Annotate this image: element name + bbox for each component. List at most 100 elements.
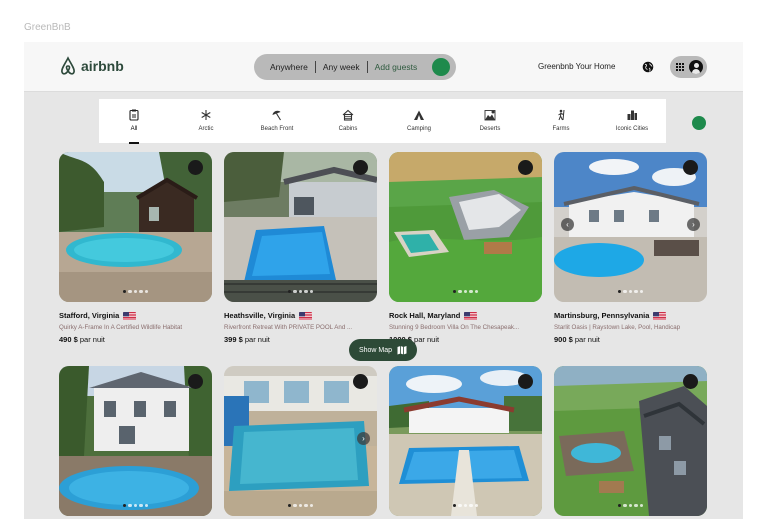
category-camping[interactable]: Camping xyxy=(384,109,454,132)
category-farms[interactable]: Farms xyxy=(526,109,596,132)
prev-photo-button[interactable]: ‹ xyxy=(561,218,574,231)
listing-image xyxy=(389,152,542,302)
tent-icon xyxy=(414,110,424,120)
app-frame: airbnb Anywhere Any week Add guests Gree… xyxy=(24,42,743,519)
listing-image xyxy=(59,152,212,302)
globe-icon[interactable] xyxy=(642,61,654,73)
favorite-button[interactable] xyxy=(518,160,533,175)
category-arctic[interactable]: Arctic xyxy=(171,109,241,132)
price-unit: par nuit xyxy=(79,335,105,344)
search-any-week[interactable]: Any week xyxy=(316,62,367,72)
listing-location: Stafford, Virginia xyxy=(59,311,212,320)
listing-card[interactable]: Heathsville, Virginia Riverfront Retreat… xyxy=(224,152,377,344)
category-deserts[interactable]: Deserts xyxy=(455,109,525,132)
cabin-icon xyxy=(342,109,354,121)
host-link[interactable]: Greenbnb Your Home xyxy=(538,62,615,71)
listing-photo[interactable] xyxy=(59,366,212,516)
us-flag-icon xyxy=(464,311,478,320)
category-label: Arctic xyxy=(198,126,214,132)
favorite-button[interactable] xyxy=(353,374,368,389)
us-flag-icon xyxy=(123,311,137,320)
category-label: Camping xyxy=(406,126,431,132)
category-beach-front[interactable]: Beach Front xyxy=(242,109,312,132)
category-label: Iconic Cities xyxy=(615,126,649,132)
listing-photo[interactable] xyxy=(224,152,377,302)
next-photo-button[interactable]: › xyxy=(357,432,370,445)
listing-photo[interactable] xyxy=(389,152,542,302)
category-cabins[interactable]: Cabins xyxy=(313,109,383,132)
category-label: Deserts xyxy=(479,126,501,132)
listing-image xyxy=(554,366,707,516)
listing-photo[interactable] xyxy=(554,366,707,516)
listing-card[interactable]: › xyxy=(224,366,377,516)
favorite-button[interactable] xyxy=(683,374,698,389)
category-label: Farms xyxy=(552,126,570,132)
photo-dots xyxy=(59,289,212,293)
favorite-button[interactable] xyxy=(683,160,698,175)
category-label: Cabins xyxy=(338,126,358,132)
brand-name: airbnb xyxy=(81,58,124,74)
menu-grid-icon xyxy=(676,63,684,71)
photo-dots xyxy=(554,503,707,507)
snowflake-icon xyxy=(201,110,211,120)
listing-image xyxy=(59,366,212,516)
favorite-button[interactable] xyxy=(353,160,368,175)
listing-price: 900 $ par nuit xyxy=(554,335,707,344)
price-unit: par nuit xyxy=(244,335,270,344)
category-all[interactable]: All xyxy=(99,109,169,144)
listing-icon xyxy=(129,109,139,121)
show-map-button[interactable]: Show Map xyxy=(349,339,417,361)
search-add-guests[interactable]: Add guests xyxy=(368,62,425,72)
brand-logo[interactable]: airbnb xyxy=(59,56,124,76)
avatar xyxy=(689,60,703,74)
search-anywhere[interactable]: Anywhere xyxy=(254,62,315,72)
search-bar[interactable]: Anywhere Any week Add guests xyxy=(254,54,456,80)
favorite-button[interactable] xyxy=(188,374,203,389)
listing-card[interactable]: Rock Hall, Maryland Stunning 9 Bedroom V… xyxy=(389,152,542,344)
location-text: Stafford, Virginia xyxy=(59,311,120,320)
listing-image xyxy=(554,152,707,302)
favorite-button[interactable] xyxy=(518,374,533,389)
listing-card[interactable] xyxy=(554,366,707,516)
us-flag-icon xyxy=(653,311,667,320)
location-text: Martinsburg, Pennsylvania xyxy=(554,311,650,320)
listing-photo[interactable] xyxy=(389,366,542,516)
listing-card[interactable]: ‹ › Martinsburg, Pennsylvania Starlit Oa… xyxy=(554,152,707,344)
listing-location: Martinsburg, Pennsylvania xyxy=(554,311,707,320)
category-bar: All Arctic Beach Front Cabins Camping De… xyxy=(99,99,667,144)
category-iconic-cities[interactable]: Iconic Cities xyxy=(597,109,667,132)
listing-card[interactable]: Stafford, Virginia Quirky A-Frame In A C… xyxy=(59,152,212,344)
listing-description: Riverfront Retreat With PRIVATE POOL And… xyxy=(224,324,353,331)
next-photo-button[interactable]: › xyxy=(687,218,700,231)
photo-dots xyxy=(554,289,707,293)
airbnb-logo-icon xyxy=(61,56,75,75)
listing-price: 490 $ par nuit xyxy=(59,335,212,344)
photo-dots xyxy=(224,289,377,293)
photo-dots xyxy=(389,503,542,507)
listing-card[interactable] xyxy=(59,366,212,516)
listing-description: Stunning 9 Bedroom Villa On The Chesapea… xyxy=(389,324,520,331)
farmer-icon xyxy=(558,109,565,121)
listing-image xyxy=(224,366,377,516)
location-text: Heathsville, Virginia xyxy=(224,311,296,320)
listing-image xyxy=(224,152,377,302)
listing-photo[interactable]: › xyxy=(224,366,377,516)
listing-photo[interactable] xyxy=(59,152,212,302)
photo-dots xyxy=(59,503,212,507)
desert-icon xyxy=(484,110,496,121)
search-button[interactable] xyxy=(432,58,450,76)
price-amount: 490 $ xyxy=(59,335,78,344)
listing-photo[interactable]: ‹ › xyxy=(554,152,707,302)
listing-card[interactable] xyxy=(389,366,542,516)
photo-dots xyxy=(224,503,377,507)
listing-location: Heathsville, Virginia xyxy=(224,311,377,320)
price-amount: 399 $ xyxy=(224,335,243,344)
filter-button[interactable] xyxy=(692,116,706,130)
map-icon xyxy=(397,346,407,355)
price-unit: par nuit xyxy=(574,335,600,344)
user-menu[interactable] xyxy=(670,56,707,78)
favorite-button[interactable] xyxy=(188,160,203,175)
price-unit: par nuit xyxy=(414,335,440,344)
listing-description: Quirky A-Frame In A Certified Wildlife H… xyxy=(59,324,183,331)
listing-location: Rock Hall, Maryland xyxy=(389,311,542,320)
